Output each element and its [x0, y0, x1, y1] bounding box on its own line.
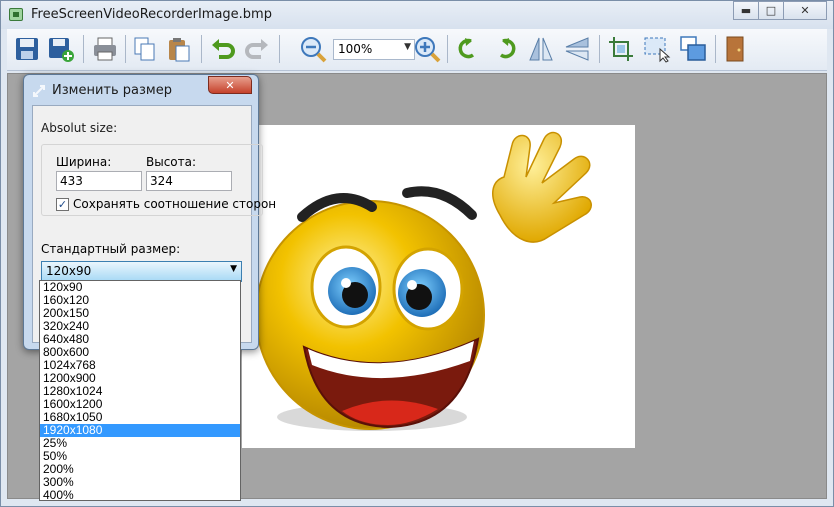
zoom-out-button[interactable] [297, 33, 329, 65]
zoom-out-icon [301, 37, 327, 63]
app-icon [9, 8, 23, 21]
flip-horizontal-button[interactable] [525, 33, 557, 65]
save-icon [16, 38, 38, 60]
title-bar: FreeScreenVideoRecorderImage.bmp ▬ □ ✕ [1, 1, 833, 29]
rotate-right-icon [499, 38, 516, 59]
select-icon [644, 37, 671, 63]
save-as-icon [49, 38, 74, 62]
height-label: Высота: [146, 155, 197, 169]
flip-vertical-button[interactable] [561, 33, 593, 65]
select-button[interactable] [641, 33, 673, 65]
height-input[interactable]: 324 [146, 171, 232, 191]
width-input[interactable]: 433 [56, 171, 142, 191]
redo-button[interactable] [241, 33, 273, 65]
undo-button[interactable] [207, 33, 239, 65]
standard-size-select[interactable]: 120x90 ▼ [41, 261, 242, 282]
chevron-down-icon: ▼ [404, 42, 411, 52]
toolbar-separator [83, 35, 84, 63]
size-group: Ширина: Высота: 433 324 ✓ Сохранять соот… [41, 144, 276, 216]
print-button[interactable] [89, 33, 121, 65]
resize-button[interactable] [677, 33, 709, 65]
chevron-down-icon: ▼ [230, 264, 237, 274]
crop-button[interactable] [605, 33, 637, 65]
toolbar-separator [201, 35, 202, 63]
resize-icon [680, 36, 706, 61]
flip-horizontal-icon [529, 37, 553, 61]
window-title: FreeScreenVideoRecorderImage.bmp [31, 7, 272, 22]
toolbar-separator [279, 35, 280, 63]
dialog-title: Изменить размер [52, 83, 172, 98]
resize-dialog-icon [33, 85, 45, 97]
keep-ratio-label: Сохранять соотношение сторон [73, 197, 277, 211]
caption-buttons: ▬ □ ✕ [733, 1, 827, 20]
standard-size-value: 120x90 [46, 264, 92, 278]
copy-icon [134, 37, 155, 61]
exit-icon [726, 36, 744, 62]
save-button[interactable] [11, 33, 43, 65]
keep-ratio-checkbox[interactable]: ✓ [56, 198, 69, 211]
exit-button[interactable] [719, 33, 751, 65]
rotate-left-button[interactable] [453, 33, 485, 65]
dropdown-option[interactable]: 25% [40, 437, 240, 450]
zoom-select[interactable]: 100% ▼ [333, 39, 415, 60]
standard-size-dropdown: 120x90 160x120 200x150 320x240 640x480 800x60… [39, 280, 241, 502]
close-button[interactable]: ✕ [783, 1, 827, 20]
zoom-in-button[interactable] [411, 33, 443, 65]
minimize-button[interactable]: ▬ [733, 1, 759, 20]
dialog-close-button[interactable]: ✕ [208, 76, 252, 94]
crop-icon [609, 37, 633, 61]
absolut-size-label: Absolut size: [41, 121, 118, 135]
toolbar-separator [715, 35, 716, 63]
rotate-left-icon [458, 38, 475, 59]
waving-smiley-image [255, 131, 592, 431]
toolbar-separator [599, 35, 600, 63]
dropdown-option[interactable]: 400% [40, 489, 240, 502]
flip-vertical-icon [565, 37, 589, 61]
rotate-right-button[interactable] [489, 33, 521, 65]
maximize-button[interactable]: □ [758, 1, 784, 20]
dropdown-option[interactable]: 1920x1080 [40, 424, 240, 437]
redo-icon [245, 39, 268, 59]
toolbar: 100% ▼ [7, 29, 827, 71]
standard-size-label: Стандартный размер: [41, 242, 181, 256]
paste-button[interactable] [163, 33, 195, 65]
image-preview [242, 125, 635, 448]
undo-icon [212, 39, 235, 59]
toolbar-separator [125, 35, 126, 63]
zoom-value: 100% [338, 42, 373, 56]
save-as-button[interactable] [45, 33, 77, 65]
copy-button[interactable] [129, 33, 161, 65]
app-window: FreeScreenVideoRecorderImage.bmp ▬ □ ✕ 1… [0, 0, 834, 507]
paste-icon [169, 38, 190, 62]
zoom-in-icon [415, 37, 441, 63]
print-icon [94, 37, 116, 61]
width-label: Ширина: [56, 155, 112, 169]
toolbar-separator [447, 35, 448, 63]
